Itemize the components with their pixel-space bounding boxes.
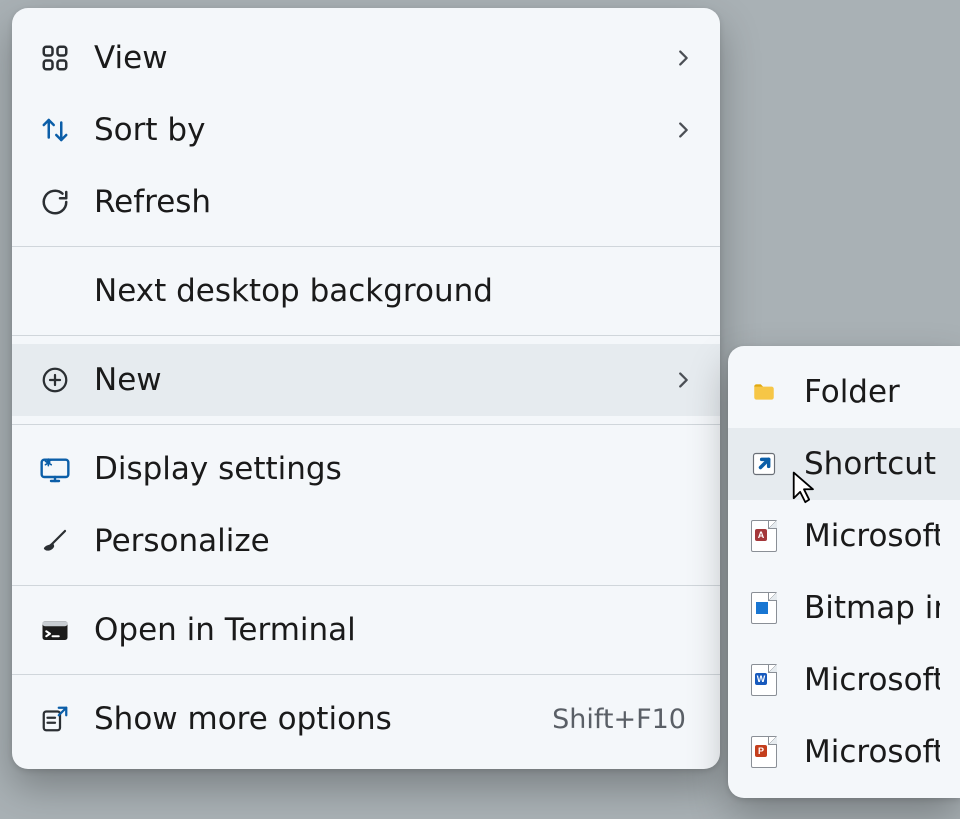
sub-label: Folder — [804, 374, 940, 410]
grid-icon — [38, 41, 72, 75]
sub-label: Microsoft — [804, 518, 940, 554]
popup-menu-icon — [38, 702, 72, 736]
sub-item-folder[interactable]: Folder — [728, 356, 960, 428]
menu-divider — [12, 246, 720, 247]
menu-item-view[interactable]: View — [12, 22, 720, 94]
menu-divider — [12, 585, 720, 586]
monitor-gear-icon — [38, 452, 72, 486]
menu-label: Display settings — [94, 451, 694, 487]
no-icon — [38, 274, 72, 308]
powerpoint-file-icon: P — [748, 736, 780, 768]
menu-item-refresh[interactable]: Refresh — [12, 166, 720, 238]
plus-circle-icon — [38, 363, 72, 397]
menu-divider — [12, 424, 720, 425]
brush-icon — [38, 524, 72, 558]
bitmap-file-icon — [748, 592, 780, 624]
chevron-right-icon — [672, 47, 694, 69]
menu-item-show-more-options[interactable]: Show more options Shift+F10 — [12, 683, 720, 755]
menu-divider — [12, 674, 720, 675]
shortcut-icon — [748, 448, 780, 480]
sub-label: Microsoft — [804, 662, 940, 698]
terminal-icon — [38, 613, 72, 647]
chevron-right-icon — [672, 369, 694, 391]
menu-label: Refresh — [94, 184, 694, 220]
sub-item-word[interactable]: W Microsoft — [728, 644, 960, 716]
submenu-new: Folder Shortcut A Microsoft Bitmap im — [728, 346, 960, 798]
menu-label: Open in Terminal — [94, 612, 694, 648]
sub-item-powerpoint[interactable]: P Microsoft — [728, 716, 960, 788]
sub-label: Shortcut — [804, 446, 940, 482]
sub-item-shortcut[interactable]: Shortcut — [728, 428, 960, 500]
refresh-icon — [38, 185, 72, 219]
menu-item-next-background[interactable]: Next desktop background — [12, 255, 720, 327]
menu-item-personalize[interactable]: Personalize — [12, 505, 720, 577]
sub-label: Bitmap im — [804, 590, 940, 626]
menu-divider — [12, 335, 720, 336]
word-file-icon: W — [748, 664, 780, 696]
access-file-icon: A — [748, 520, 780, 552]
menu-label: Sort by — [94, 112, 672, 148]
shortcut-hint: Shift+F10 — [552, 704, 686, 735]
folder-icon — [748, 376, 780, 408]
menu-label: Show more options — [94, 701, 552, 737]
menu-label: View — [94, 40, 672, 76]
sub-item-access[interactable]: A Microsoft — [728, 500, 960, 572]
sort-icon — [38, 113, 72, 147]
sub-item-bitmap[interactable]: Bitmap im — [728, 572, 960, 644]
menu-item-open-terminal[interactable]: Open in Terminal — [12, 594, 720, 666]
chevron-right-icon — [672, 119, 694, 141]
menu-label: Personalize — [94, 523, 694, 559]
menu-item-display-settings[interactable]: Display settings — [12, 433, 720, 505]
menu-item-sort-by[interactable]: Sort by — [12, 94, 720, 166]
sub-label: Microsoft — [804, 734, 940, 770]
desktop-context-menu: View Sort by Refresh Next desktop backgr… — [12, 8, 720, 769]
menu-item-new[interactable]: New — [12, 344, 720, 416]
menu-label: Next desktop background — [94, 273, 694, 309]
menu-label: New — [94, 362, 672, 398]
